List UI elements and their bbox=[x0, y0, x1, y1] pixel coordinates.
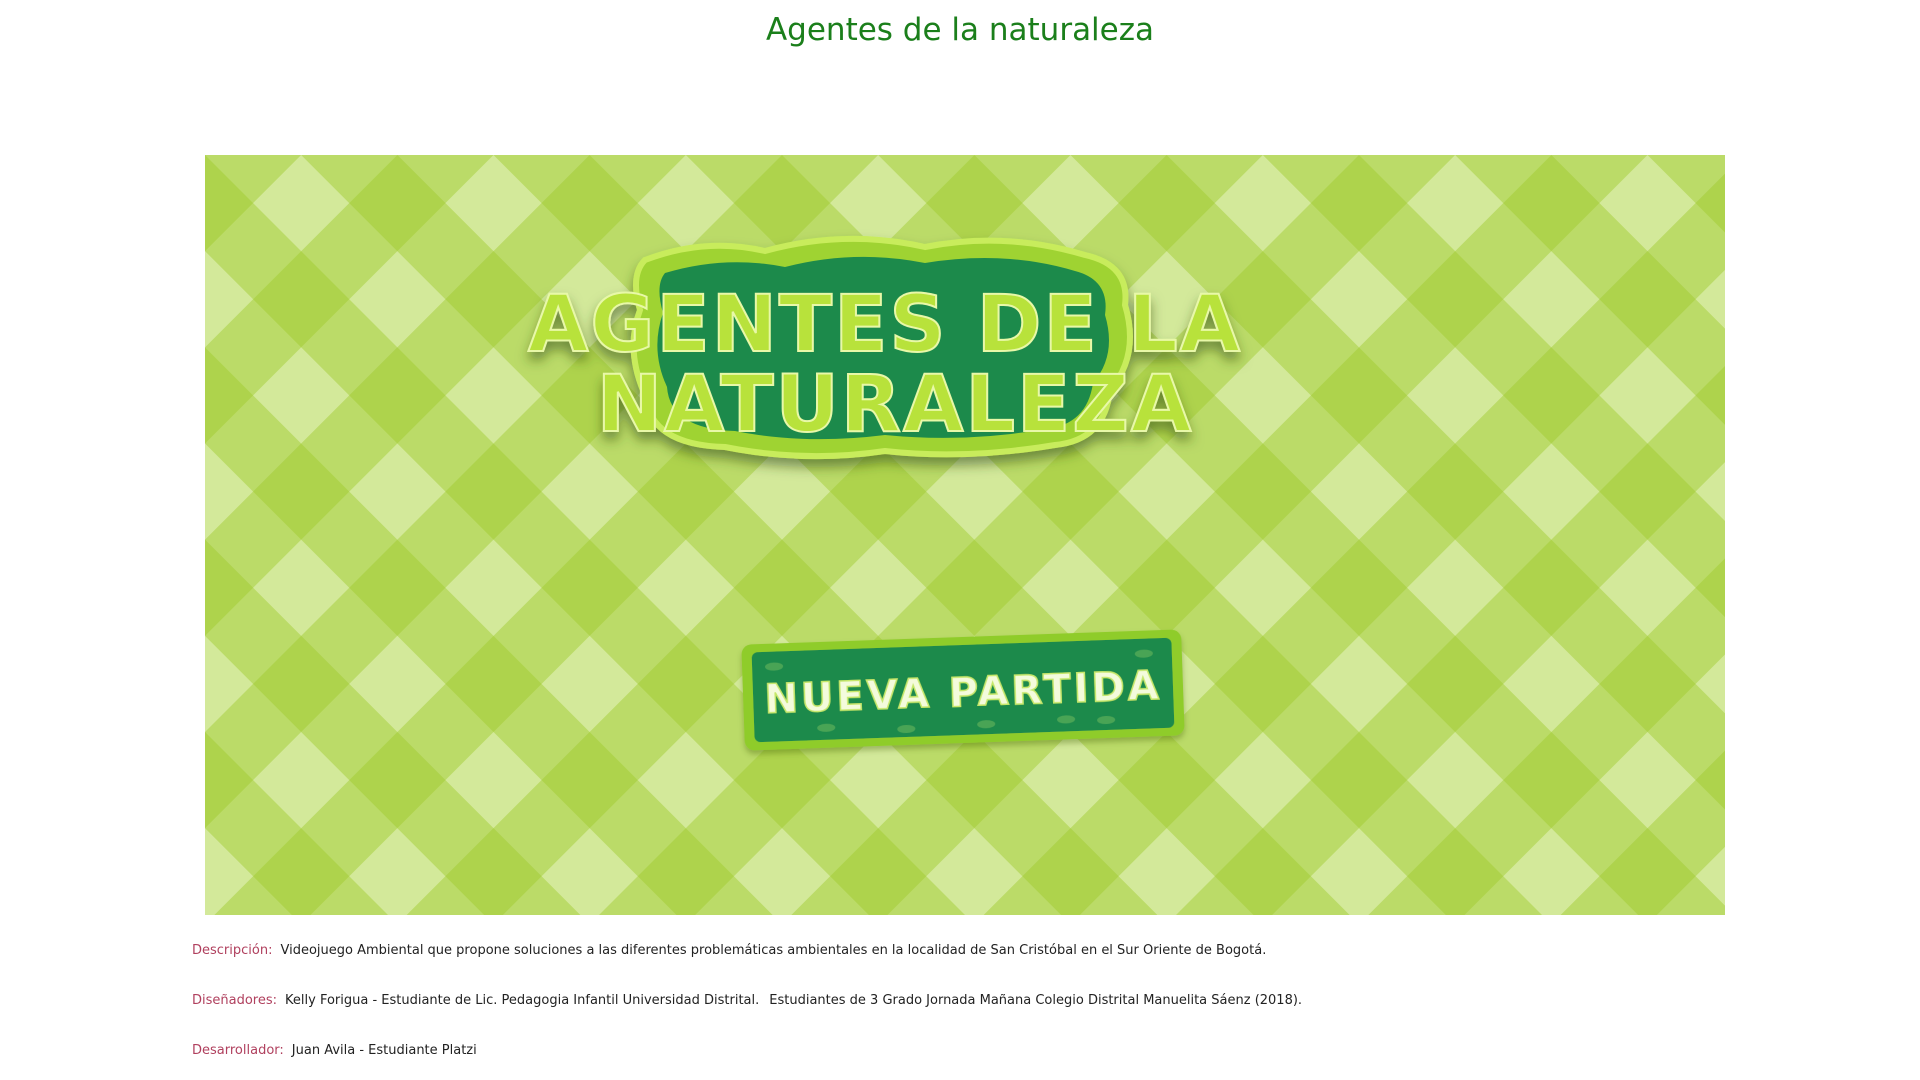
description-label: Descripción: bbox=[192, 943, 273, 958]
developer-label: Desarrollador: bbox=[192, 1043, 284, 1058]
new-game-button[interactable]: NUEVA PARTIDA bbox=[741, 629, 1185, 751]
designers-label: Diseñadores: bbox=[192, 993, 278, 1008]
game-canvas[interactable]: AGENTES DE LA NATURALEZA NUEVA PARTIDA bbox=[205, 155, 1725, 915]
logo-line-2: NATURALEZA bbox=[597, 360, 1193, 450]
designers-value-2: Estudiantes de 3 Grado Jornada Mañana Co… bbox=[769, 993, 1303, 1008]
developer-value: Juan Avila - Estudiante Platzi bbox=[291, 1043, 477, 1058]
designers-value: Kelly Forigua - Estudiante de Lic. Pedag… bbox=[285, 993, 760, 1008]
page-title: Agentes de la naturaleza bbox=[765, 12, 1155, 48]
logo-line-1: AGENTES DE LA bbox=[528, 280, 1242, 370]
page: Agentes de la naturaleza AGENTES DE LA N… bbox=[0, 0, 1920, 1080]
developer-row: Desarrollador: Juan Avila - Estudiante Pl… bbox=[192, 1042, 477, 1060]
description-row: Descripción: Videojuego Ambiental que pro… bbox=[192, 942, 1266, 960]
description-value: Videojuego Ambiental que propone solucio… bbox=[280, 943, 1267, 958]
designers-row: Diseñadores: Kelly Forigua - Estudiante d… bbox=[192, 992, 1302, 1010]
